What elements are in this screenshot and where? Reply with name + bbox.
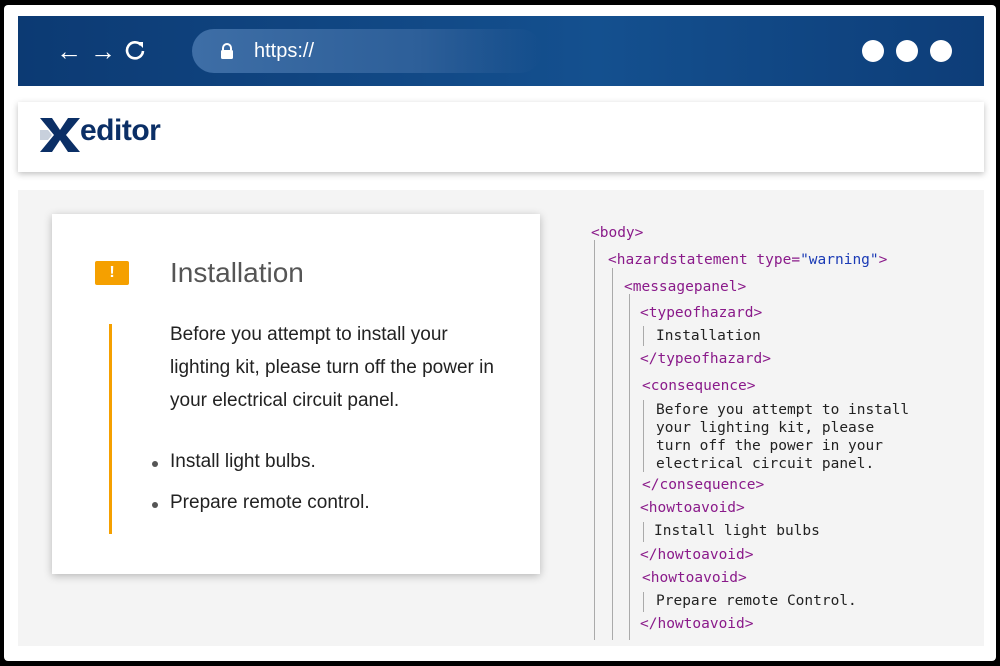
indent-guide (629, 294, 630, 640)
indent-guide (643, 400, 644, 472)
menu-dot-icon[interactable] (930, 40, 952, 62)
xml-howtoavoid-open: <howtoavoid> (640, 500, 745, 516)
indent-guide (612, 268, 613, 640)
browser-toolbar: ← → https:// (18, 16, 984, 86)
indent-guide (594, 240, 595, 640)
list-item: Prepare remote control. (152, 492, 370, 513)
warning-icon: ! (95, 261, 129, 285)
xml-consequence-close: </consequence> (642, 477, 765, 493)
indent-guide (643, 522, 644, 542)
forward-arrow-icon[interactable]: → (90, 38, 116, 64)
reload-icon[interactable] (124, 39, 146, 61)
xml-typeofhazard-open: <typeofhazard> (640, 305, 763, 321)
xml-howtoavoid-text: Install light bulbs (654, 523, 820, 539)
menu-dot-icon[interactable] (862, 40, 884, 62)
menu-dot-icon[interactable] (896, 40, 918, 62)
xml-howtoavoid-close: </howtoavoid> (640, 616, 754, 632)
xml-messagepanel-tag: <messagepanel> (624, 279, 747, 295)
list-item: Install light bulbs. (152, 451, 316, 472)
logo-x-icon (40, 118, 80, 152)
xml-typeofhazard-text: Installation (656, 328, 761, 344)
xml-howtoavoid-text: Prepare remote Control. (656, 593, 857, 609)
window-frame: ← → https:// editor ! Installation Befor… (4, 5, 996, 661)
xml-consequence-line: Before you attempt to install (656, 402, 910, 418)
accent-bar (109, 324, 112, 534)
xml-consequence-line: your lighting kit, please (656, 420, 875, 436)
logo-text: editor (80, 114, 161, 147)
xml-howtoavoid-close: </howtoavoid> (640, 547, 754, 563)
address-bar[interactable]: https:// (192, 29, 542, 73)
xml-typeofhazard-close: </typeofhazard> (640, 351, 771, 367)
url-text: https:// (254, 40, 315, 62)
app-header: editor (18, 102, 984, 172)
back-arrow-icon[interactable]: ← (56, 38, 82, 64)
indent-guide (643, 326, 644, 346)
main-content: ! Installation Before you attempt to ins… (18, 190, 984, 646)
xml-hazardstatement-tag: <hazardstatement type="warning"> (608, 252, 888, 268)
xml-consequence-open: <consequence> (642, 378, 756, 394)
consequence-text: Before you attempt to install your light… (170, 324, 494, 411)
xml-consequence-line: turn off the power in your (656, 438, 883, 454)
xml-howtoavoid-open: <howtoavoid> (642, 570, 747, 586)
xml-body-tag: <body> (591, 225, 644, 241)
indent-guide (643, 592, 644, 612)
xml-consequence-line: electrical circuit panel. (656, 456, 875, 472)
hazard-preview-card: ! Installation Before you attempt to ins… (52, 214, 540, 574)
hazard-title: Installation (170, 257, 304, 288)
lock-icon (221, 43, 233, 59)
